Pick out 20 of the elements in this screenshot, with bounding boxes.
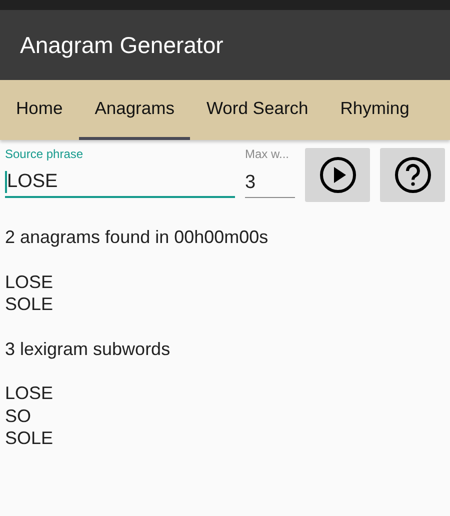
input-field[interactable]: LOSE — [5, 168, 235, 198]
result-word: LOSE — [5, 382, 54, 404]
result-word: LOSE — [5, 270, 54, 293]
input-field[interactable]: 3 — [245, 168, 295, 198]
result-word: SOLE — [5, 293, 54, 316]
tab[interactable]: Word Search — [190, 80, 324, 140]
app-title: Anagram Generator — [20, 30, 224, 60]
play-icon — [318, 156, 356, 194]
help-button[interactable] — [380, 148, 445, 202]
tab[interactable]: Anagrams — [78, 80, 190, 140]
result-heading: 3 lexigram subwords — [5, 338, 172, 360]
play-button[interactable] — [305, 148, 370, 202]
result-word: SO — [5, 404, 32, 427]
tab[interactable]: Home — [0, 80, 79, 140]
result-word: SOLE — [5, 427, 54, 450]
field-label: Max w... — [245, 146, 290, 162]
result-heading: 2 anagrams found in 00h00m00s — [5, 226, 270, 248]
tab[interactable]: Rhyming — [324, 80, 426, 140]
help-icon — [394, 156, 432, 194]
field-label: Source phrase — [5, 146, 84, 162]
